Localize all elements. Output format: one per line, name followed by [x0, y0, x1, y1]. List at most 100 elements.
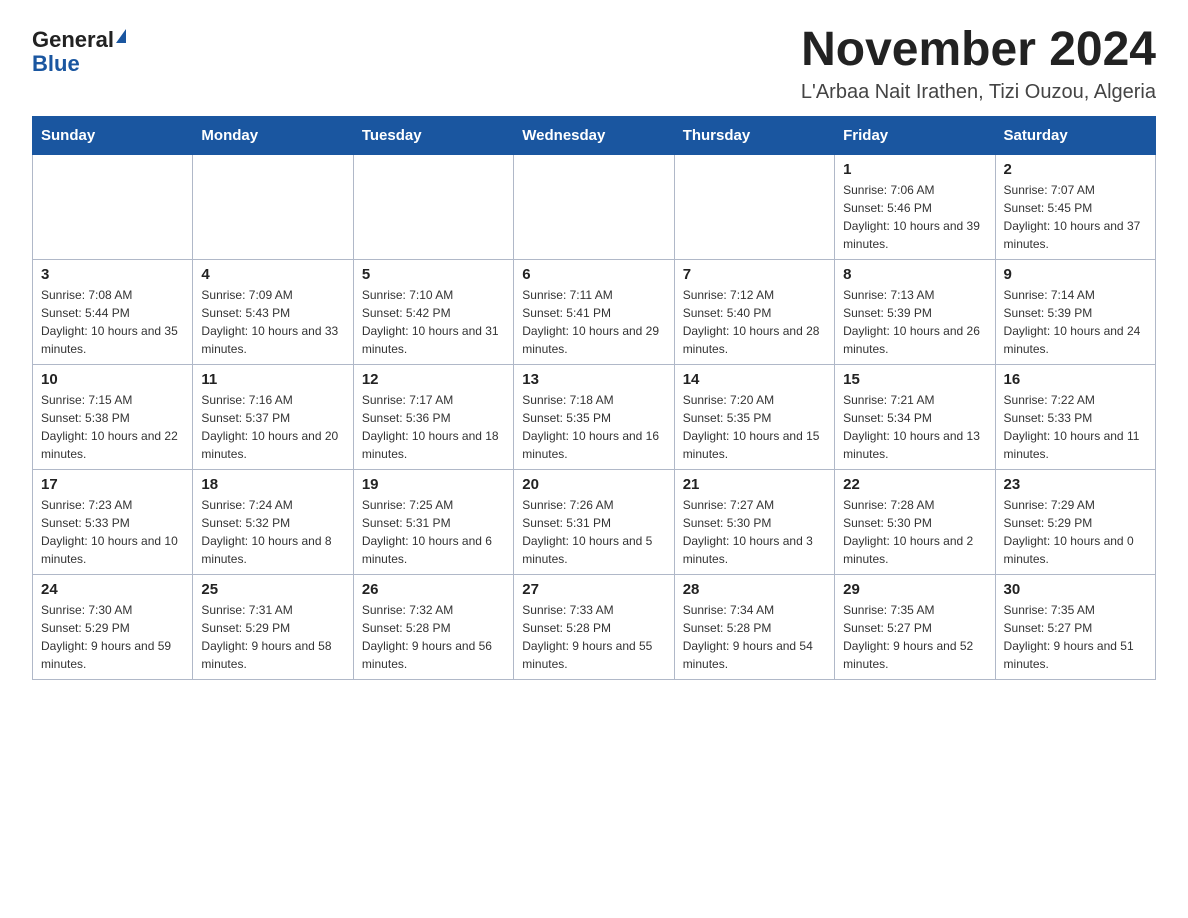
day-number: 3 — [41, 266, 184, 283]
day-number: 29 — [843, 581, 986, 598]
calendar-cell: 19 Sunrise: 7:25 AMSunset: 5:31 PMDayligh… — [353, 469, 513, 574]
day-number: 8 — [843, 266, 986, 283]
logo-general: General — [32, 28, 114, 52]
day-info: Sunrise: 7:22 AMSunset: 5:33 PMDaylight:… — [1004, 391, 1147, 463]
calendar-cell: 24 Sunrise: 7:30 AMSunset: 5:29 PMDayligh… — [33, 574, 193, 679]
logo-blue: Blue — [32, 52, 80, 76]
calendar-cell: 13Sunrise: 7:18 AMSunset: 5:35 PMDayligh… — [514, 364, 674, 469]
calendar-cell: 15 Sunrise: 7:21 AMSunset: 5:34 PMDayligh… — [835, 364, 995, 469]
calendar-week-row: 10 Sunrise: 7:15 AMSunset: 5:38 PMDayligh… — [33, 364, 1156, 469]
day-info: Sunrise: 7:12 AMSunset: 5:40 PMDaylight:… — [683, 286, 826, 358]
calendar-cell: 28 Sunrise: 7:34 AMSunset: 5:28 PMDayligh… — [674, 574, 834, 679]
day-number: 26 — [362, 581, 505, 598]
location-subtitle: L'Arbaa Nait Irathen, Tizi Ouzou, Algeri… — [801, 81, 1156, 104]
calendar-cell: 20 Sunrise: 7:26 AMSunset: 5:31 PMDayligh… — [514, 469, 674, 574]
calendar-cell: 3 Sunrise: 7:08 AMSunset: 5:44 PMDaylight… — [33, 259, 193, 364]
calendar-cell: 23Sunrise: 7:29 AMSunset: 5:29 PMDayligh… — [995, 469, 1155, 574]
calendar-cell: 27Sunrise: 7:33 AMSunset: 5:28 PMDayligh… — [514, 574, 674, 679]
weekday-header-wednesday: Wednesday — [514, 116, 674, 154]
calendar-cell: 25Sunrise: 7:31 AMSunset: 5:29 PMDayligh… — [193, 574, 353, 679]
calendar-cell: 10 Sunrise: 7:15 AMSunset: 5:38 PMDayligh… — [33, 364, 193, 469]
day-number: 28 — [683, 581, 826, 598]
calendar-cell: 30 Sunrise: 7:35 AMSunset: 5:27 PMDayligh… — [995, 574, 1155, 679]
day-number: 30 — [1004, 581, 1147, 598]
day-info: Sunrise: 7:16 AMSunset: 5:37 PMDaylight:… — [201, 391, 344, 463]
day-info: Sunrise: 7:35 AMSunset: 5:27 PMDaylight:… — [843, 601, 986, 673]
calendar-cell — [33, 154, 193, 259]
day-number: 4 — [201, 266, 344, 283]
day-number: 1 — [843, 161, 986, 178]
calendar-body: 1 Sunrise: 7:06 AMSunset: 5:46 PMDaylight… — [33, 154, 1156, 679]
weekday-header-row: SundayMondayTuesdayWednesdayThursdayFrid… — [33, 116, 1156, 154]
day-number: 5 — [362, 266, 505, 283]
day-info: Sunrise: 7:08 AMSunset: 5:44 PMDaylight:… — [41, 286, 184, 358]
calendar-cell: 12 Sunrise: 7:17 AMSunset: 5:36 PMDayligh… — [353, 364, 513, 469]
calendar-cell: 1 Sunrise: 7:06 AMSunset: 5:46 PMDaylight… — [835, 154, 995, 259]
day-number: 15 — [843, 371, 986, 388]
weekday-header-monday: Monday — [193, 116, 353, 154]
calendar-cell: 8Sunrise: 7:13 AMSunset: 5:39 PMDaylight… — [835, 259, 995, 364]
weekday-header-thursday: Thursday — [674, 116, 834, 154]
calendar-week-row: 24 Sunrise: 7:30 AMSunset: 5:29 PMDayligh… — [33, 574, 1156, 679]
day-info: Sunrise: 7:24 AMSunset: 5:32 PMDaylight:… — [201, 496, 344, 568]
calendar-cell: 26Sunrise: 7:32 AMSunset: 5:28 PMDayligh… — [353, 574, 513, 679]
calendar-cell: 16Sunrise: 7:22 AMSunset: 5:33 PMDayligh… — [995, 364, 1155, 469]
calendar-cell: 5 Sunrise: 7:10 AMSunset: 5:42 PMDaylight… — [353, 259, 513, 364]
day-number: 10 — [41, 371, 184, 388]
day-info: Sunrise: 7:06 AMSunset: 5:46 PMDaylight:… — [843, 181, 986, 253]
calendar-cell: 2 Sunrise: 7:07 AMSunset: 5:45 PMDaylight… — [995, 154, 1155, 259]
month-title: November 2024 — [801, 24, 1156, 77]
calendar-cell — [353, 154, 513, 259]
day-number: 12 — [362, 371, 505, 388]
day-number: 14 — [683, 371, 826, 388]
calendar-cell: 22Sunrise: 7:28 AMSunset: 5:30 PMDayligh… — [835, 469, 995, 574]
day-number: 18 — [201, 476, 344, 493]
calendar-cell: 11Sunrise: 7:16 AMSunset: 5:37 PMDayligh… — [193, 364, 353, 469]
logo: General Blue — [32, 28, 126, 76]
calendar-cell: 21 Sunrise: 7:27 AMSunset: 5:30 PMDayligh… — [674, 469, 834, 574]
calendar-week-row: 17 Sunrise: 7:23 AMSunset: 5:33 PMDayligh… — [33, 469, 1156, 574]
day-number: 7 — [683, 266, 826, 283]
day-info: Sunrise: 7:17 AMSunset: 5:36 PMDaylight:… — [362, 391, 505, 463]
day-info: Sunrise: 7:07 AMSunset: 5:45 PMDaylight:… — [1004, 181, 1147, 253]
day-info: Sunrise: 7:09 AMSunset: 5:43 PMDaylight:… — [201, 286, 344, 358]
day-info: Sunrise: 7:35 AMSunset: 5:27 PMDaylight:… — [1004, 601, 1147, 673]
day-info: Sunrise: 7:10 AMSunset: 5:42 PMDaylight:… — [362, 286, 505, 358]
calendar-week-row: 3 Sunrise: 7:08 AMSunset: 5:44 PMDaylight… — [33, 259, 1156, 364]
day-number: 2 — [1004, 161, 1147, 178]
calendar-cell: 9Sunrise: 7:14 AMSunset: 5:39 PMDaylight… — [995, 259, 1155, 364]
calendar-cell: 7 Sunrise: 7:12 AMSunset: 5:40 PMDaylight… — [674, 259, 834, 364]
day-info: Sunrise: 7:30 AMSunset: 5:29 PMDaylight:… — [41, 601, 184, 673]
calendar-cell — [514, 154, 674, 259]
day-number: 6 — [522, 266, 665, 283]
day-number: 21 — [683, 476, 826, 493]
day-number: 17 — [41, 476, 184, 493]
weekday-header-tuesday: Tuesday — [353, 116, 513, 154]
day-info: Sunrise: 7:20 AMSunset: 5:35 PMDaylight:… — [683, 391, 826, 463]
weekday-header-friday: Friday — [835, 116, 995, 154]
day-info: Sunrise: 7:14 AMSunset: 5:39 PMDaylight:… — [1004, 286, 1147, 358]
calendar-cell: 29 Sunrise: 7:35 AMSunset: 5:27 PMDayligh… — [835, 574, 995, 679]
calendar-cell: 14 Sunrise: 7:20 AMSunset: 5:35 PMDayligh… — [674, 364, 834, 469]
day-info: Sunrise: 7:25 AMSunset: 5:31 PMDaylight:… — [362, 496, 505, 568]
calendar-week-row: 1 Sunrise: 7:06 AMSunset: 5:46 PMDaylight… — [33, 154, 1156, 259]
calendar-cell: 6Sunrise: 7:11 AMSunset: 5:41 PMDaylight… — [514, 259, 674, 364]
calendar-cell: 18 Sunrise: 7:24 AMSunset: 5:32 PMDayligh… — [193, 469, 353, 574]
day-number: 24 — [41, 581, 184, 598]
day-info: Sunrise: 7:26 AMSunset: 5:31 PMDaylight:… — [522, 496, 665, 568]
calendar-table: SundayMondayTuesdayWednesdayThursdayFrid… — [32, 116, 1156, 680]
day-info: Sunrise: 7:15 AMSunset: 5:38 PMDaylight:… — [41, 391, 184, 463]
weekday-header-sunday: Sunday — [33, 116, 193, 154]
day-info: Sunrise: 7:28 AMSunset: 5:30 PMDaylight:… — [843, 496, 986, 568]
day-info: Sunrise: 7:29 AMSunset: 5:29 PMDaylight:… — [1004, 496, 1147, 568]
day-number: 27 — [522, 581, 665, 598]
calendar-cell: 17 Sunrise: 7:23 AMSunset: 5:33 PMDayligh… — [33, 469, 193, 574]
day-info: Sunrise: 7:34 AMSunset: 5:28 PMDaylight:… — [683, 601, 826, 673]
day-info: Sunrise: 7:27 AMSunset: 5:30 PMDaylight:… — [683, 496, 826, 568]
day-info: Sunrise: 7:21 AMSunset: 5:34 PMDaylight:… — [843, 391, 986, 463]
day-info: Sunrise: 7:23 AMSunset: 5:33 PMDaylight:… — [41, 496, 184, 568]
day-info: Sunrise: 7:18 AMSunset: 5:35 PMDaylight:… — [522, 391, 665, 463]
day-number: 20 — [522, 476, 665, 493]
calendar-cell — [674, 154, 834, 259]
day-number: 19 — [362, 476, 505, 493]
